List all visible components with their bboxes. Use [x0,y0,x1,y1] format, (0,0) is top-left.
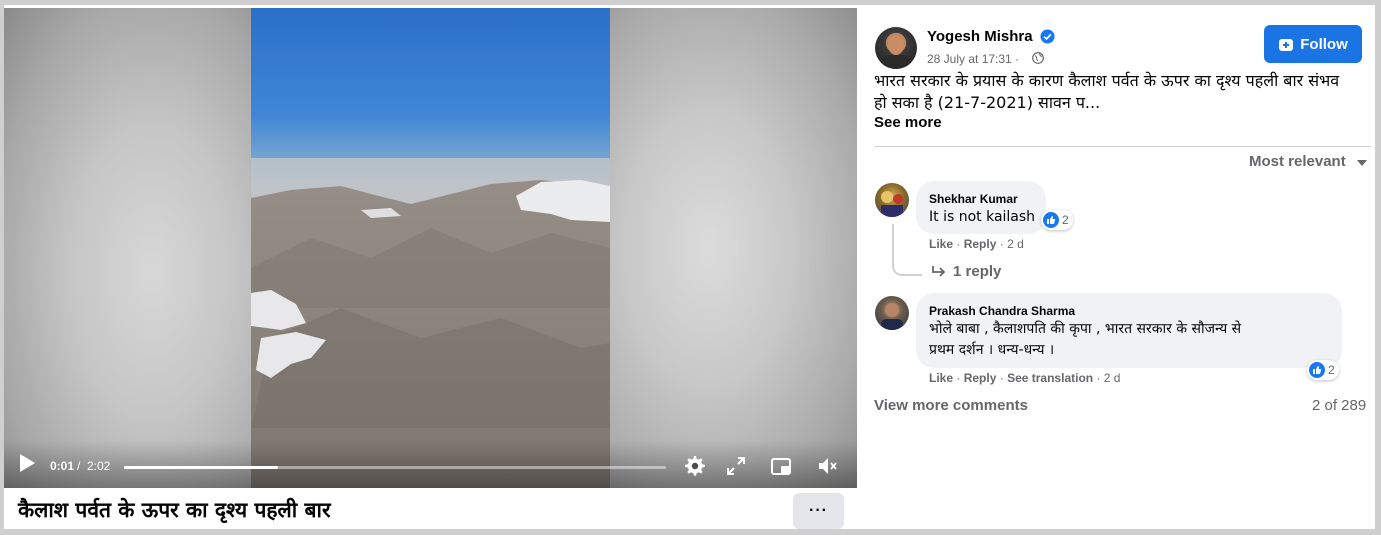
commenter-name[interactable]: Shekhar Kumar [929,192,1018,206]
video-time-separator: / [77,459,81,473]
post-side-panel: Yogesh Mishra 28 July at 17:31 · Follow … [857,5,1375,529]
author-avatar-face [888,35,904,55]
comment-age[interactable]: 2 d [1104,371,1121,385]
video-blur-left [4,8,251,488]
divider [874,146,1371,147]
verified-badge-icon [1040,29,1055,44]
see-more-link[interactable]: See more [874,114,942,131]
comment-sort-dropdown[interactable]: Most relevant [1249,153,1346,170]
play-icon[interactable] [18,453,36,473]
picture-in-picture-icon[interactable] [770,455,792,477]
author-avatar-body [881,55,911,69]
video-progress-fill [124,466,279,469]
comment-actions: Like · Reply · See translation · 2 d [929,371,1120,385]
video-duration: 2:02 [87,459,111,473]
comment-age[interactable]: 2 d [1007,237,1024,251]
reply-link[interactable]: Reply [964,237,997,251]
commenter-avatar[interactable] [875,296,909,330]
like-reaction-icon [1043,212,1059,228]
more-options-button[interactable]: ··· [793,493,844,529]
comment-text-line2: प्रथम दर्शन । धन्य-धन्य । [929,342,1055,358]
meta-sep: · [999,237,1008,251]
comment-actions: Like · Reply · 2 d [929,237,1024,251]
caret-down-icon[interactable] [1357,159,1367,167]
post-text: भारत सरकार के प्रयास के कारण कैलाश पर्वत… [874,71,1340,112]
view-replies-link[interactable]: 1 reply [953,263,1001,280]
reply-arrow-icon [932,266,946,277]
comment-text-line1: भोले बाबा , कैलाशपति की कृपा , भारत सरका… [929,321,1242,337]
comment-text: It is not kailash [929,209,1036,225]
reply-thread-line [892,224,922,276]
video-caption: कैलाश पर्वत के ऊपर का दृश्य पहली बार [18,498,331,522]
meta-sep: · [999,371,1008,385]
reaction-count-value: 2 [1062,213,1069,227]
mountain-scene [251,158,610,488]
meta-sep: · [956,237,964,251]
like-link[interactable]: Like [929,237,953,251]
commenter-name[interactable]: Prakash Chandra Sharma [929,304,1075,318]
follow-button-label: Follow [1300,35,1348,53]
reaction-count-value: 2 [1328,363,1335,377]
post-viewer: 0:01 / 2:02 कैलाश पर्वत के ऊपर का दृश्य … [4,5,1375,529]
author-avatar[interactable] [875,27,917,69]
video-current-time: 0:01 [50,459,75,473]
globe-icon [1032,52,1044,64]
author-name[interactable]: Yogesh Mishra [927,28,1033,45]
video-blur-right [610,8,857,488]
video-progress-bar[interactable] [124,466,666,469]
comments-count: 2 of 289 [1312,397,1367,414]
reaction-count[interactable]: 2 [1307,360,1339,380]
see-translation-link[interactable]: See translation [1007,371,1093,385]
fullscreen-icon[interactable] [725,455,747,477]
settings-gear-icon[interactable] [684,455,706,477]
reaction-count[interactable]: 2 [1041,210,1073,230]
like-link[interactable]: Like [929,371,953,385]
commenter-avatar-image [881,191,903,217]
meta-sep: · [956,371,964,385]
view-more-comments-link[interactable]: View more comments [874,397,1028,414]
post-timestamp[interactable]: 28 July at 17:31 · [927,52,1019,66]
video-player[interactable]: 0:01 / 2:02 [4,8,857,488]
meta-sep: · [1096,371,1104,385]
mute-icon[interactable] [816,455,838,477]
add-follow-icon [1279,39,1294,51]
commenter-avatar[interactable] [875,183,909,217]
like-reaction-icon [1309,362,1325,378]
commenter-avatar-image [881,303,903,330]
video-frame [251,8,610,488]
follow-button[interactable]: Follow [1264,25,1362,63]
reply-link[interactable]: Reply [964,371,997,385]
